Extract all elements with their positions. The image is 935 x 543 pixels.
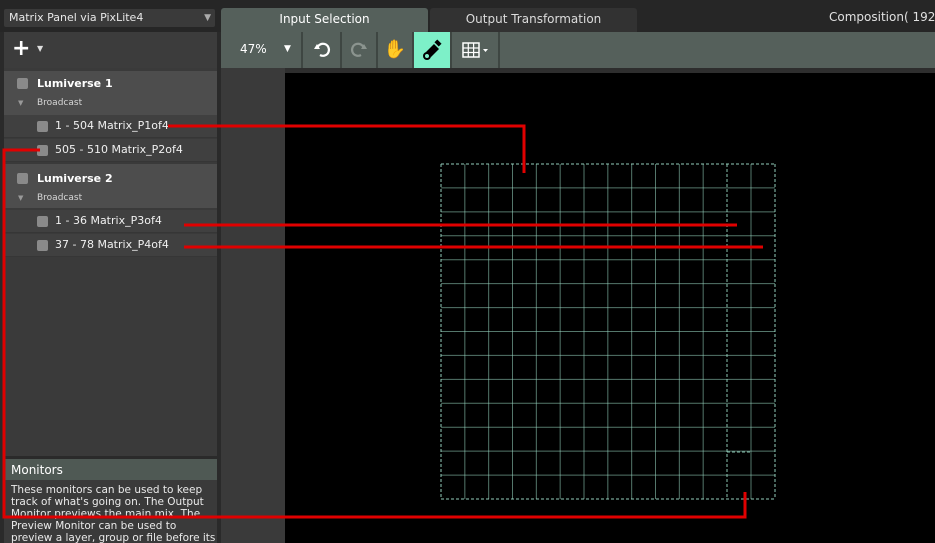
fixture-label: 505 - 510 Matrix_P2of4 — [55, 143, 183, 156]
tab-input-selection[interactable]: Input Selection — [221, 8, 428, 32]
fixture-row[interactable]: 1 - 504 Matrix_P1of4 — [4, 115, 217, 138]
universe-mode: Broadcast — [37, 193, 83, 203]
magnet-icon — [423, 39, 442, 60]
universe-header-2[interactable]: Lumiverse 2 ▼ Broadcast — [4, 164, 217, 208]
checkbox[interactable] — [37, 145, 48, 156]
composition-canvas[interactable] — [285, 73, 935, 543]
device-select[interactable]: Matrix Panel via PixLite4 ▼ — [4, 9, 215, 27]
hand-icon[interactable]: ✋ — [378, 32, 412, 68]
composition-label: Composition( 1920, — [829, 10, 935, 24]
fixture-label: 1 - 504 Matrix_P1of4 — [55, 119, 169, 132]
fixture-label: 1 - 36 Matrix_P3of4 — [55, 214, 162, 227]
magnet-tool-button[interactable] — [414, 32, 450, 68]
checkbox[interactable] — [37, 216, 48, 227]
tab-output-transformation[interactable]: Output Transformation — [430, 8, 637, 32]
fixture-row[interactable]: 505 - 510 Matrix_P2of4 — [4, 139, 217, 162]
chevron-down-icon: ▼ — [204, 13, 211, 23]
zoom-level[interactable]: 47% — [240, 42, 267, 56]
fixture-row[interactable]: 1 - 36 Matrix_P3of4 — [4, 210, 217, 233]
redo-icon[interactable] — [342, 32, 376, 68]
add-icon[interactable]: + — [12, 38, 30, 60]
toolbar-divider — [301, 32, 303, 68]
universe-title: Lumiverse 2 — [37, 172, 113, 185]
universe-title: Lumiverse 1 — [37, 77, 113, 90]
chevron-down-icon[interactable]: ▼ — [284, 44, 291, 54]
grid-icon[interactable] — [456, 32, 496, 68]
checkbox[interactable] — [17, 78, 28, 89]
monitors-title: Monitors — [11, 463, 63, 477]
toolbar-divider — [498, 32, 500, 68]
fixture-label: 37 - 78 Matrix_P4of4 — [55, 238, 169, 251]
collapse-triangle-icon[interactable]: ▼ — [18, 99, 23, 107]
undo-icon[interactable] — [304, 32, 340, 68]
monitors-description: These monitors can be used to keep track… — [11, 484, 216, 543]
canvas-gutter — [221, 68, 285, 543]
toolbar-divider — [450, 32, 452, 68]
fixture-row[interactable]: 37 - 78 Matrix_P4of4 — [4, 234, 217, 257]
add-bar — [4, 32, 217, 68]
checkbox[interactable] — [37, 121, 48, 132]
universe-header-1[interactable]: Lumiverse 1 ▼ Broadcast — [4, 71, 217, 115]
chevron-down-icon[interactable]: ▼ — [37, 44, 43, 53]
checkbox[interactable] — [37, 240, 48, 251]
device-select-label: Matrix Panel via PixLite4 — [9, 11, 144, 24]
universe-mode: Broadcast — [37, 98, 83, 108]
collapse-triangle-icon[interactable]: ▼ — [18, 194, 23, 202]
checkbox[interactable] — [17, 173, 28, 184]
